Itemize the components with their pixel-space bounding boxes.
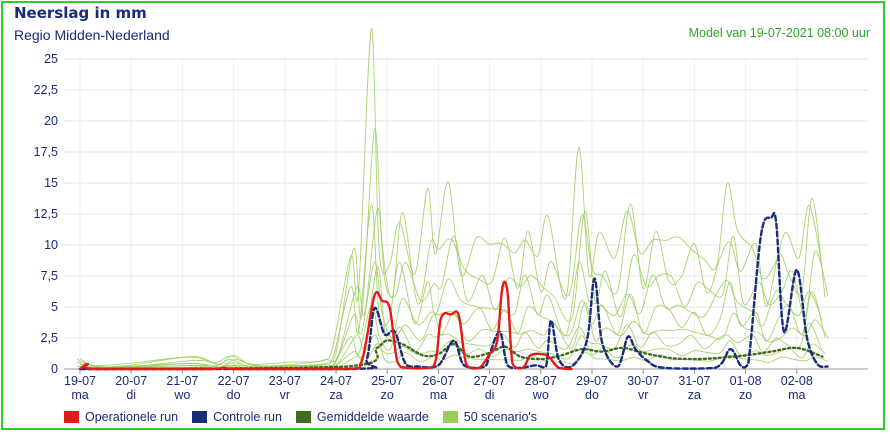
y-tick-label: 12,5 <box>34 207 58 221</box>
y-tick-label: 10 <box>44 238 58 252</box>
chart-legend: Operationele run Controle run Gemiddelde… <box>64 410 537 424</box>
y-tick-label: 7,5 <box>41 269 58 283</box>
x-tick-date: 19-07 <box>64 374 96 388</box>
legend-swatch-scenarios <box>442 411 458 423</box>
x-tick-date: 21-07 <box>166 374 198 388</box>
x-tick-day: di <box>126 388 136 402</box>
x-tick-date: 28-07 <box>525 374 557 388</box>
x-tick-date: 26-07 <box>422 374 454 388</box>
x-tick-day: vr <box>638 388 648 402</box>
legend-label-operationele: Operationele run <box>85 410 179 424</box>
x-tick-day: ma <box>71 388 88 402</box>
scenario-trace <box>83 266 829 369</box>
y-tick-label: 17,5 <box>34 145 58 159</box>
legend-item-operationele[interactable]: Operationele run <box>64 410 178 424</box>
legend-label-controle: Controle run <box>213 410 282 424</box>
x-tick-date: 20-07 <box>115 374 147 388</box>
x-tick-date: 25-07 <box>371 374 403 388</box>
legend-item-scenarios[interactable]: 50 scenario's <box>442 410 538 424</box>
legend-swatch-operationele <box>64 411 79 423</box>
x-tick-day: ma <box>430 388 447 402</box>
legend-item-gemiddelde[interactable]: Gemiddelde waarde <box>295 410 429 424</box>
y-tick-label: 20 <box>44 114 58 128</box>
x-tick-day: di <box>485 388 495 402</box>
x-tick-date: 29-07 <box>576 374 608 388</box>
legend-swatch-gemiddelde <box>295 411 311 423</box>
x-tick-date: 02-08 <box>781 374 813 388</box>
x-tick-date: 30-07 <box>627 374 659 388</box>
x-tick-date: 24-07 <box>320 374 352 388</box>
x-tick-day: do <box>585 388 599 402</box>
y-tick-label: 0 <box>51 362 58 376</box>
y-tick-label: 2,5 <box>41 331 58 345</box>
legend-label-gemiddelde: Gemiddelde waarde <box>316 410 429 424</box>
x-tick-day: za <box>688 388 701 402</box>
x-tick-day: zo <box>739 388 752 402</box>
x-tick-day: wo <box>173 388 190 402</box>
y-tick-label: 15 <box>44 176 58 190</box>
x-tick-date: 23-07 <box>269 374 301 388</box>
legend-item-controle[interactable]: Controle run <box>192 410 282 424</box>
x-tick-date: 22-07 <box>218 374 250 388</box>
x-tick-day: wo <box>532 388 549 402</box>
y-tick-label: 22,5 <box>34 83 58 97</box>
x-tick-day: do <box>227 388 241 402</box>
legend-swatch-controle <box>192 411 208 423</box>
x-tick-day: ma <box>788 388 805 402</box>
x-tick-day: vr <box>280 388 290 402</box>
x-tick-day: za <box>329 388 342 402</box>
legend-label-scenarios: 50 scenario's <box>463 410 538 424</box>
operationele-run-line <box>78 280 573 371</box>
x-tick-date: 27-07 <box>474 374 506 388</box>
precipitation-chart: 02,557,51012,51517,52022,52519-07ma20-07… <box>34 28 868 402</box>
x-tick-date: 31-07 <box>678 374 710 388</box>
x-tick-date: 01-08 <box>730 374 762 388</box>
y-tick-label: 25 <box>44 52 58 66</box>
x-tick-day: zo <box>381 388 394 402</box>
y-tick-label: 5 <box>51 300 58 314</box>
